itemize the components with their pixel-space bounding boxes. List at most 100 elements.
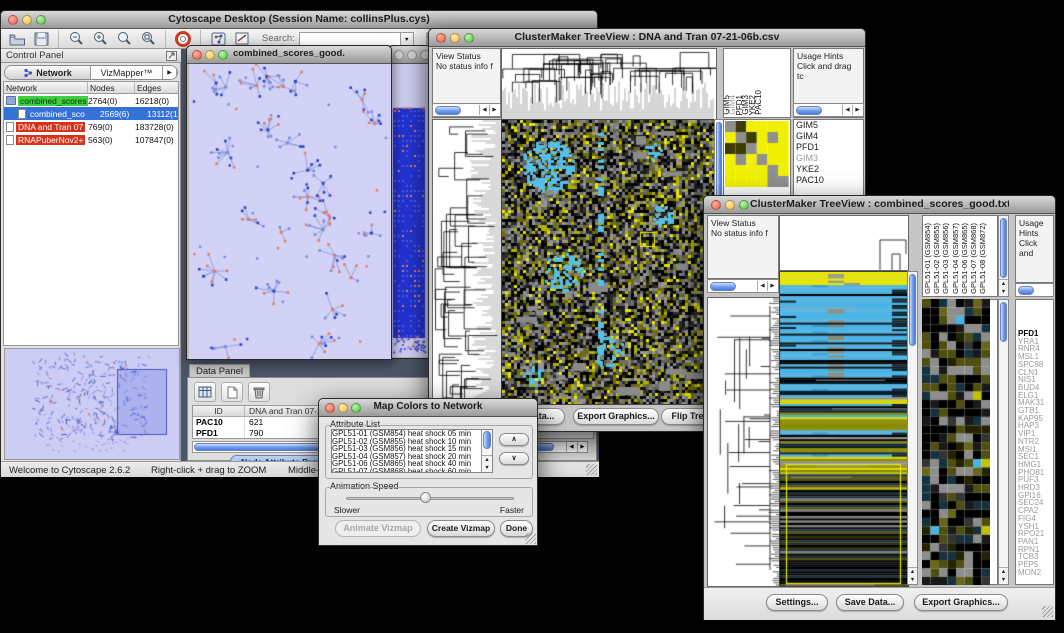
dense-network-canvas[interactable] xyxy=(391,64,431,357)
col-network[interactable]: Network xyxy=(4,82,88,93)
column-label[interactable]: PAC10 xyxy=(756,90,762,115)
hscroll-thumb[interactable] xyxy=(796,106,822,115)
gene-label[interactable]: GIM4 xyxy=(794,131,863,142)
minimize-button[interactable] xyxy=(22,15,32,25)
row-dendrogram-canvas[interactable] xyxy=(707,297,781,587)
labels-vscrollbar[interactable]: ▲▼ xyxy=(998,215,1009,297)
network-view-canvas[interactable] xyxy=(189,64,391,359)
vscroll-arrows[interactable]: ▲▼ xyxy=(999,567,1008,584)
tab-vizmapper[interactable]: VizMapper™ xyxy=(91,66,163,79)
heatmap-canvas[interactable] xyxy=(779,271,909,587)
zoom-vscrollbar[interactable]: ▲▼ xyxy=(998,299,1009,585)
gene-label[interactable]: GIM3 xyxy=(794,153,863,164)
create-attribute-button[interactable] xyxy=(221,382,243,402)
column-dendrogram-canvas[interactable] xyxy=(779,215,909,271)
column-label[interactable]: GPL51-06 (GSM865) xyxy=(960,223,969,294)
zoom-button[interactable] xyxy=(36,15,46,25)
move-up-button[interactable]: ∧ xyxy=(499,433,529,446)
dialog-titlebar[interactable]: Map Colors to Network xyxy=(319,399,537,417)
treeview2-button[interactable]: Export Graphics... xyxy=(914,594,1008,611)
vscroll-arrows[interactable]: ▲▼ xyxy=(999,279,1008,296)
select-attributes-button[interactable] xyxy=(194,382,216,402)
gene-label[interactable]: PAC10 xyxy=(794,175,863,186)
scroll-up-button[interactable]: ▲ xyxy=(999,568,1008,576)
cluster-zoom-canvas[interactable] xyxy=(922,299,990,585)
scroll-down-button[interactable]: ▼ xyxy=(908,576,917,584)
column-label[interactable]: GPL51-04 (GSM857) xyxy=(951,223,960,294)
scroll-left-button[interactable]: ◀ xyxy=(566,442,576,452)
view-status-hscrollbar[interactable]: ◀▶ xyxy=(432,103,501,117)
col-nodes[interactable]: Nodes xyxy=(88,82,135,93)
gene-label[interactable]: PFD1 xyxy=(794,142,863,153)
treeview2-titlebar[interactable]: ClusterMaker TreeView : combined_scores_… xyxy=(704,196,1055,214)
open-session-button[interactable] xyxy=(5,29,29,49)
col-edges[interactable]: Edges xyxy=(135,82,178,93)
zoom-out-button[interactable] xyxy=(64,29,88,49)
tab-network[interactable]: Network xyxy=(5,66,91,79)
resize-grip[interactable] xyxy=(586,464,597,475)
usage-hints-hscrollbar[interactable]: ◀▶ xyxy=(793,103,864,117)
vscroll-thumb[interactable] xyxy=(483,431,491,449)
attribute-list-item[interactable]: GPL51-07 (GSM868) heat shock 60 min xyxy=(332,468,492,474)
zoom-in-button[interactable] xyxy=(88,29,112,49)
close-button[interactable] xyxy=(394,50,404,60)
vscroll-thumb[interactable] xyxy=(909,274,916,346)
zoom-button[interactable] xyxy=(739,200,749,210)
vscroll-thumb[interactable] xyxy=(1000,302,1007,342)
minimize-button[interactable] xyxy=(450,33,460,43)
column-label[interactable]: GPL51-01 (GSM854) xyxy=(923,223,932,294)
close-button[interactable] xyxy=(8,15,18,25)
minimize-button[interactable] xyxy=(205,50,215,60)
network-table-row[interactable]: DNA and Tran 07 769(0) 183728(0) xyxy=(4,120,178,133)
search-dropdown-button[interactable]: ▼ xyxy=(401,32,414,46)
vscroll-arrows[interactable]: ▲▼ xyxy=(482,455,492,472)
network-overview-thumbnail[interactable] xyxy=(4,348,180,460)
minimize-button[interactable] xyxy=(338,403,348,413)
network-table-header[interactable]: Network Nodes Edges xyxy=(3,81,179,94)
column-label[interactable]: GPL51-07 (GSM868) xyxy=(969,223,978,294)
zoom-button[interactable] xyxy=(464,33,474,43)
network-table-row[interactable]: RNAPuberNov2+ 563(0) 107847(0) xyxy=(4,133,178,146)
vscroll-arrows[interactable]: ▲▼ xyxy=(908,567,917,584)
scroll-right-button[interactable]: ▶ xyxy=(489,105,499,115)
scroll-down-button[interactable]: ▼ xyxy=(999,576,1008,584)
close-button[interactable] xyxy=(436,33,446,43)
minimize-button[interactable] xyxy=(725,200,735,210)
column-dendrogram-canvas[interactable] xyxy=(501,48,717,120)
treeview2-button[interactable]: Save Data... xyxy=(836,594,904,611)
network1-titlebar[interactable]: combined_scores_good.txt--cluste... xyxy=(187,46,391,64)
heatmap-vscrollbar[interactable]: ▲▼ xyxy=(907,271,918,585)
heatmap-canvas[interactable] xyxy=(501,119,716,405)
network-table-row[interactable]: combined_scores 2764(0) 16218(0) xyxy=(4,94,178,107)
zoom-button[interactable] xyxy=(218,50,228,60)
resize-grip[interactable] xyxy=(525,533,536,544)
hscroll-thumb[interactable] xyxy=(710,282,736,291)
hscroll-thumb[interactable] xyxy=(435,106,461,115)
delete-attribute-button[interactable] xyxy=(248,382,270,402)
network-table-row[interactable]: combined_sco 2569(6) 13112(15) xyxy=(4,107,178,120)
zoom-selected-button[interactable] xyxy=(136,29,160,49)
column-label[interactable]: GPL51-03 (GSM856) xyxy=(941,223,950,294)
scroll-right-button[interactable]: ▶ xyxy=(852,105,862,115)
scroll-left-button[interactable]: ◀ xyxy=(479,105,489,115)
list-vscrollbar[interactable]: ▲▼ xyxy=(481,430,492,472)
treeview1-titlebar[interactable]: ClusterMaker TreeView : DNA and Tran 07-… xyxy=(429,29,865,47)
scroll-down-button[interactable]: ▼ xyxy=(999,288,1008,296)
scroll-down-button[interactable]: ▼ xyxy=(482,464,492,472)
gene-label[interactable]: GIM5 xyxy=(794,120,863,131)
zoom-button[interactable] xyxy=(351,403,361,413)
vscroll-thumb[interactable] xyxy=(1000,218,1007,278)
scroll-right-button[interactable]: ▶ xyxy=(577,442,587,452)
resize-grip[interactable] xyxy=(1042,606,1053,617)
column-label[interactable]: GPL51-08 (GSM872) xyxy=(978,223,987,294)
close-button[interactable] xyxy=(711,200,721,210)
gene-label[interactable]: MON2 xyxy=(1016,569,1053,577)
scroll-up-button[interactable]: ▲ xyxy=(908,568,917,576)
scroll-left-button[interactable]: ◀ xyxy=(842,105,852,115)
scroll-up-button[interactable]: ▲ xyxy=(999,280,1008,288)
minimize-button[interactable] xyxy=(407,50,417,60)
cluster-zoom-canvas[interactable] xyxy=(725,121,789,205)
gene-label[interactable]: YKE2 xyxy=(794,164,863,175)
close-button[interactable] xyxy=(192,50,202,60)
treeview1-button[interactable]: Export Graphics... xyxy=(573,408,659,425)
